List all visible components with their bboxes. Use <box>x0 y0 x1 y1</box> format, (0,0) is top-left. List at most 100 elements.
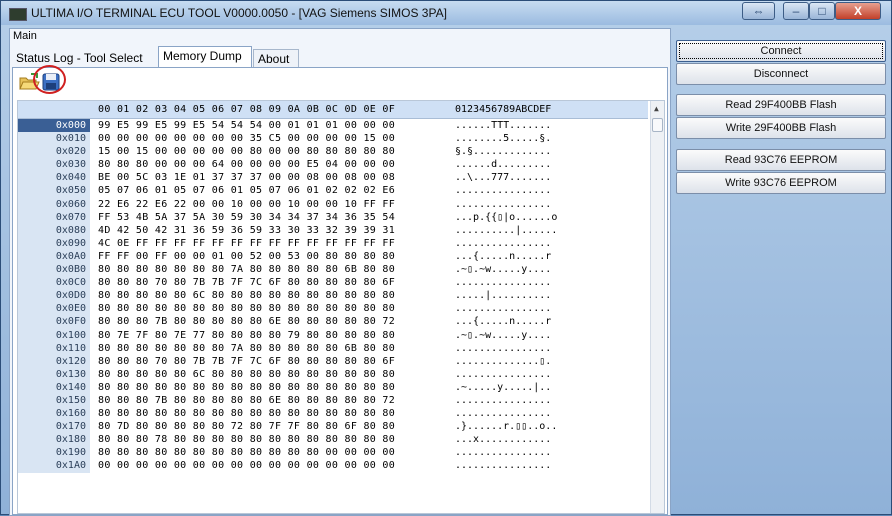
row-address: 0x180 <box>18 433 90 447</box>
row-bytes: FF FF 00 FF 00 00 01 00 52 00 53 00 80 8… <box>98 250 396 262</box>
row-bytes: 80 80 80 7B 80 80 80 80 80 6E 80 80 80 8… <box>98 316 396 328</box>
row-address: 0x050 <box>18 184 90 198</box>
header-ascii: 0123456789ABCDEF <box>455 104 552 115</box>
row-address: 0x0D0 <box>18 289 90 303</box>
row-bytes: 80 80 80 80 80 6C 80 80 80 80 80 80 80 8… <box>98 290 396 302</box>
hex-row[interactable]: 0x0A0 FF FF 00 FF 00 00 01 00 52 00 53 00… <box>18 249 648 264</box>
connect-button[interactable]: Connect <box>676 40 886 62</box>
hex-row[interactable]: 0x040 BE 00 5C 03 1E 01 37 37 37 00 00 08… <box>18 171 648 185</box>
row-address: 0x060 <box>18 197 90 211</box>
row-bytes: 80 80 80 70 80 7B 7B 7F 7C 6F 80 80 80 8… <box>98 277 396 289</box>
hex-row[interactable]: 0x0F0 80 80 80 7B 80 80 80 80 80 6E 80 80… <box>18 315 648 329</box>
hex-row[interactable]: 0x170 80 7D 80 80 80 80 80 72 80 7F 7F 80… <box>18 420 648 434</box>
row-ascii: .}......r.▯▯..o.. <box>455 421 558 433</box>
scroll-up-icon[interactable]: ▲ <box>654 104 659 113</box>
hex-row[interactable]: 0x160 80 80 80 80 80 80 80 80 80 80 80 80… <box>18 407 648 421</box>
maximize-button[interactable]: □ <box>809 2 835 20</box>
hex-row[interactable]: 0x0D0 80 80 80 80 80 6C 80 80 80 80 80 80… <box>18 289 648 303</box>
hex-row[interactable]: 0x100 80 7E 7F 80 7E 77 80 80 80 80 79 80… <box>18 328 648 342</box>
tab-about[interactable]: About <box>253 49 299 68</box>
row-ascii: .~▯.~w.....y.... <box>455 264 552 276</box>
row-address: 0x040 <box>18 171 90 185</box>
hex-row[interactable]: 0x190 80 80 80 80 80 80 80 80 80 80 80 80… <box>18 446 648 460</box>
disconnect-button[interactable]: Disconnect <box>676 63 886 85</box>
row-address: 0x030 <box>18 158 90 172</box>
row-bytes: FF 53 4B 5A 37 5A 30 59 30 34 34 37 34 3… <box>98 211 396 223</box>
row-ascii: .~.....y.....|.. <box>455 381 552 393</box>
hex-row[interactable]: 0x050 05 07 06 01 05 07 06 01 05 07 06 01… <box>18 184 648 198</box>
hex-row[interactable]: 0x1A0 00 00 00 00 00 00 00 00 00 00 00 00… <box>18 459 648 473</box>
read-flash-button[interactable]: Read 29F400BB Flash <box>676 94 886 116</box>
row-ascii: ...p.{{▯|o......o <box>455 211 558 223</box>
row-address: 0x010 <box>18 132 90 146</box>
row-address: 0x0F0 <box>18 315 90 329</box>
row-address: 0x140 <box>18 380 90 394</box>
row-ascii: ................ <box>455 394 552 406</box>
window-title: ULTIMA I/O TERMINAL ECU TOOL V0000.0050 … <box>31 6 447 20</box>
write-flash-button[interactable]: Write 29F400BB Flash <box>676 117 886 139</box>
hex-row[interactable]: 0x120 80 80 80 70 80 7B 7B 7F 7C 6F 80 80… <box>18 354 648 368</box>
read-eeprom-button[interactable]: Read 93C76 EEPROM <box>676 149 886 171</box>
row-bytes: 15 00 15 00 00 00 00 00 80 00 00 80 80 8… <box>98 146 396 158</box>
row-bytes: 80 80 80 70 80 7B 7B 7F 7C 6F 80 80 80 8… <box>98 355 396 367</box>
row-ascii: .~▯.~w.....y.... <box>455 329 552 341</box>
title-bar[interactable]: ULTIMA I/O TERMINAL ECU TOOL V0000.0050 … <box>1 1 891 25</box>
row-ascii: ................ <box>455 368 552 380</box>
row-address: 0x0B0 <box>18 263 90 277</box>
row-ascii: ................ <box>455 460 552 472</box>
row-bytes: 80 80 80 80 80 80 80 7A 80 80 80 80 80 6… <box>98 264 396 276</box>
vertical-scrollbar[interactable]: ▲ <box>650 101 664 513</box>
write-eeprom-button[interactable]: Write 93C76 EEPROM <box>676 172 886 194</box>
scroll-thumb[interactable] <box>652 118 663 132</box>
row-ascii: ......TTT....... <box>455 120 552 131</box>
row-ascii: ................ <box>455 408 552 420</box>
memory-dump-panel: 00 01 02 03 04 05 06 07 08 09 0A 0B 0C 0… <box>12 65 668 515</box>
restore-icon[interactable]: ⇔ <box>742 2 775 20</box>
hex-row[interactable]: 0x130 80 80 80 80 80 6C 80 80 80 80 80 80… <box>18 367 648 381</box>
hex-row[interactable]: 0x020 15 00 15 00 00 00 00 00 80 00 00 80… <box>18 145 648 159</box>
tab-memory-dump[interactable]: Memory Dump <box>158 46 252 68</box>
hex-row[interactable]: 0x070 FF 53 4B 5A 37 5A 30 59 30 34 34 37… <box>18 210 648 224</box>
row-bytes: 80 80 80 7B 80 80 80 80 80 6E 80 80 80 8… <box>98 394 396 406</box>
row-address: 0x080 <box>18 223 90 237</box>
minimize-button[interactable]: – <box>783 2 809 20</box>
hex-row[interactable]: 0x110 80 80 80 80 80 80 80 7A 80 80 80 80… <box>18 341 648 355</box>
hex-row[interactable]: 0x030 80 80 80 00 00 00 64 00 00 00 00 E5… <box>18 158 648 172</box>
tab-status-log[interactable]: Status Log - Tool Select <box>12 49 157 68</box>
row-bytes: 80 80 80 80 80 80 80 80 80 80 80 80 80 8… <box>98 408 396 420</box>
hex-row[interactable]: 0x0E0 80 80 80 80 80 80 80 80 80 80 80 80… <box>18 302 648 316</box>
row-address: 0x150 <box>18 393 90 408</box>
row-bytes: 80 80 80 80 80 6C 80 80 80 80 80 80 80 8… <box>98 368 396 380</box>
hex-row[interactable]: 0x140 80 80 80 80 80 80 80 80 80 80 80 80… <box>18 380 648 394</box>
hex-row[interactable]: 0x150 80 80 80 7B 80 80 80 80 80 6E 80 80… <box>18 393 648 408</box>
row-bytes: 80 80 80 80 80 80 80 7A 80 80 80 80 80 6… <box>98 342 396 354</box>
row-bytes: 05 07 06 01 05 07 06 01 05 07 06 01 02 0… <box>98 185 396 197</box>
row-ascii: .....|.......... <box>455 290 552 302</box>
row-ascii: ................ <box>455 447 552 459</box>
row-address: 0x110 <box>18 341 90 355</box>
hex-row[interactable]: 0x180 80 80 80 78 80 80 80 80 80 80 80 80… <box>18 433 648 447</box>
hex-row[interactable]: 0x0B0 80 80 80 80 80 80 80 7A 80 80 80 80… <box>18 263 648 277</box>
hex-row[interactable]: 0x0C0 80 80 80 70 80 7B 7B 7F 7C 6F 80 80… <box>18 276 648 290</box>
hex-row[interactable]: 0x000 99 E5 99 E5 99 E5 54 54 54 00 01 01… <box>18 119 648 133</box>
hex-row[interactable]: 0x090 4C 0E FF FF FF FF FF FF FF FF FF FF… <box>18 236 648 250</box>
row-bytes: 80 80 80 80 80 80 80 80 80 80 80 80 80 8… <box>98 303 396 315</box>
row-address: 0x090 <box>18 236 90 250</box>
hex-row[interactable]: 0x080 4D 42 50 42 31 36 59 36 59 33 30 33… <box>18 223 648 237</box>
close-button[interactable]: X <box>835 2 881 20</box>
row-address: 0x170 <box>18 420 90 434</box>
row-bytes: BE 00 5C 03 1E 01 37 37 37 00 00 08 00 0… <box>98 172 396 184</box>
hex-dump-grid[interactable]: 00 01 02 03 04 05 06 07 08 09 0A 0B 0C 0… <box>17 100 665 514</box>
hex-row[interactable]: 0x060 22 E6 22 E6 22 00 00 10 00 00 10 00… <box>18 197 648 211</box>
header-bytes: 00 01 02 03 04 05 06 07 08 09 0A 0B 0C 0… <box>98 104 396 115</box>
row-ascii: ................ <box>455 303 552 315</box>
row-bytes: 80 7D 80 80 80 80 80 72 80 7F 7F 80 80 6… <box>98 421 396 433</box>
row-ascii: ................ <box>455 185 552 197</box>
hex-row[interactable]: 0x010 00 00 00 00 00 00 00 00 35 C5 00 00… <box>18 132 648 146</box>
row-address: 0x100 <box>18 328 90 342</box>
row-address: 0x000 <box>18 119 90 133</box>
row-bytes: 00 00 00 00 00 00 00 00 35 C5 00 00 00 0… <box>98 133 396 145</box>
row-bytes: 00 00 00 00 00 00 00 00 00 00 00 00 00 0… <box>98 460 396 472</box>
row-address: 0x0C0 <box>18 276 90 290</box>
row-ascii: ...{.....n.....r <box>455 316 552 328</box>
